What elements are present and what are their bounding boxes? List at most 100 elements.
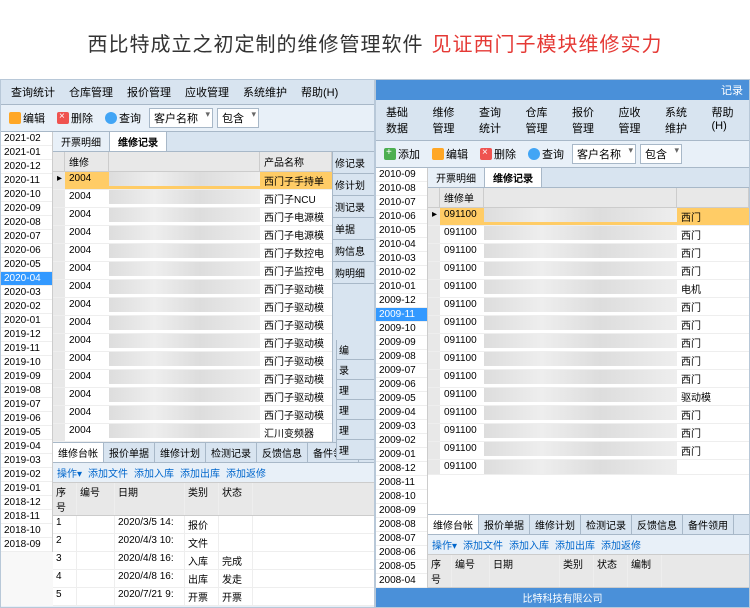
date-list-left[interactable]: 2021-022021-012020-122020-112020-102020-…	[1, 132, 53, 552]
subtab-feedback-r[interactable]: 反馈信息	[632, 515, 683, 534]
subtab-plan-r[interactable]: 维修计划	[530, 515, 581, 534]
delete-button[interactable]: 删除	[53, 109, 97, 127]
date-item[interactable]: 2019-07	[1, 398, 52, 412]
menu-repair[interactable]: 维修管理	[427, 102, 472, 138]
edit-button[interactable]: 编辑	[5, 109, 49, 127]
field-dropdown[interactable]: 客户名称	[149, 108, 213, 128]
table-row[interactable]: 091100西门	[428, 316, 749, 334]
subtab-quote[interactable]: 报价单据	[104, 443, 155, 462]
date-item[interactable]: 2019-11	[1, 342, 52, 356]
sidetab-record[interactable]: 修记录	[333, 152, 374, 174]
date-item[interactable]: 2020-06	[1, 244, 52, 258]
table-row[interactable]: 091100西门	[428, 352, 749, 370]
date-item[interactable]: 2009-04	[376, 406, 427, 420]
table-row[interactable]: 091100西门	[428, 424, 749, 442]
op-menu[interactable]: 操作▾	[57, 465, 82, 480]
date-item[interactable]: 2009-07	[376, 364, 427, 378]
date-item[interactable]: 2010-06	[376, 210, 427, 224]
table-row[interactable]: ▸091100西门	[428, 208, 749, 226]
date-item[interactable]: 2009-10	[376, 322, 427, 336]
date-item[interactable]: 2020-03	[1, 286, 52, 300]
detail-grid-right[interactable]: 序号 编号 日期 类别 状态 编制	[428, 555, 749, 588]
sidetab-test[interactable]: 测记录	[333, 196, 374, 218]
detail-row[interactable]: 32020/4/8 16:入库完成	[53, 552, 374, 570]
date-item[interactable]: 2020-07	[1, 230, 52, 244]
table-row[interactable]: 091100西门	[428, 370, 749, 388]
date-item[interactable]: 2019-02	[1, 468, 52, 482]
detail-row[interactable]: 12020/3/5 14:报价	[53, 516, 374, 534]
date-item[interactable]: 2020-11	[1, 174, 52, 188]
date-item[interactable]: 2019-10	[1, 356, 52, 370]
date-item[interactable]: 2021-02	[1, 132, 52, 146]
date-item[interactable]: 2019-12	[1, 328, 52, 342]
search-button-r[interactable]: 查询	[524, 145, 568, 163]
add-out[interactable]: 添加出库	[180, 465, 220, 480]
subtab-parts-r[interactable]: 备件领用	[683, 515, 734, 534]
date-item[interactable]: 2009-03	[376, 420, 427, 434]
table-row[interactable]: ▸2004西门子手持单	[53, 172, 332, 190]
table-row[interactable]: 2004西门子驱动模	[53, 280, 332, 298]
tab-repair-r[interactable]: 维修记录	[485, 168, 542, 187]
field-dropdown-r[interactable]: 客户名称	[572, 144, 636, 164]
date-item[interactable]: 2009-02	[376, 434, 427, 448]
ftab-edit[interactable]: 编	[337, 340, 374, 360]
date-item[interactable]: 2020-04	[1, 272, 52, 286]
date-item[interactable]: 2020-09	[1, 202, 52, 216]
add-rework-r[interactable]: 添加返修	[601, 537, 641, 552]
menu-system[interactable]: 系统维护	[237, 82, 293, 102]
date-item[interactable]: 2019-06	[1, 412, 52, 426]
date-item[interactable]: 2008-12	[376, 462, 427, 476]
op-dropdown-r[interactable]: 包含	[640, 144, 682, 164]
subtab-ledger-r[interactable]: 维修台帐	[428, 515, 479, 534]
date-item[interactable]: 2010-02	[376, 266, 427, 280]
subtab-ledger[interactable]: 维修台帐	[53, 443, 104, 462]
date-item[interactable]: 2009-11	[376, 308, 427, 322]
ftab-mgr2[interactable]: 理	[337, 400, 374, 420]
table-row[interactable]: 091100西门	[428, 298, 749, 316]
date-item[interactable]: 2019-03	[1, 454, 52, 468]
table-row[interactable]: 2004西门子驱动模	[53, 406, 332, 424]
subtab-quote-r[interactable]: 报价单据	[479, 515, 530, 534]
date-item[interactable]: 2010-07	[376, 196, 427, 210]
date-item[interactable]: 2009-05	[376, 392, 427, 406]
tab-invoice[interactable]: 开票明细	[53, 132, 110, 151]
menu-base[interactable]: 基础数据	[380, 102, 425, 138]
date-item[interactable]: 2008-09	[376, 504, 427, 518]
edit-button-r[interactable]: 编辑	[428, 145, 472, 163]
detail-row[interactable]: 42020/4/8 16:出库发走	[53, 570, 374, 588]
date-item[interactable]: 2019-05	[1, 426, 52, 440]
search-button[interactable]: 查询	[101, 109, 145, 127]
date-item[interactable]: 2010-09	[376, 168, 427, 182]
date-item[interactable]: 2008-10	[376, 490, 427, 504]
date-item[interactable]: 2008-07	[376, 532, 427, 546]
menu-sys-r[interactable]: 系统维护	[659, 102, 704, 138]
detail-row[interactable]: 52020/7/21 9:开票开票	[53, 588, 374, 606]
delete-button-r[interactable]: 删除	[476, 145, 520, 163]
menu-quote[interactable]: 报价管理	[121, 82, 177, 102]
table-row[interactable]: 2004西门子驱动模	[53, 334, 332, 352]
date-item[interactable]: 2018-11	[1, 510, 52, 524]
date-item[interactable]: 2020-08	[1, 216, 52, 230]
table-row[interactable]: 2004西门子驱动模	[53, 316, 332, 334]
menu-receivable[interactable]: 应收管理	[179, 82, 235, 102]
subtab-plan[interactable]: 维修计划	[155, 443, 206, 462]
date-item[interactable]: 2008-11	[376, 476, 427, 490]
tab-repair[interactable]: 维修记录	[110, 132, 167, 151]
date-item[interactable]: 2009-09	[376, 336, 427, 350]
sidetab-doc[interactable]: 单据	[333, 218, 374, 240]
subtab-feedback[interactable]: 反馈信息	[257, 443, 308, 462]
date-item[interactable]: 2010-03	[376, 252, 427, 266]
date-item[interactable]: 2009-01	[376, 448, 427, 462]
date-item[interactable]: 2018-12	[1, 496, 52, 510]
date-item[interactable]: 2020-01	[1, 314, 52, 328]
date-item[interactable]: 2008-06	[376, 546, 427, 560]
date-item[interactable]: 2010-04	[376, 238, 427, 252]
table-row[interactable]: 2004西门子监控电	[53, 262, 332, 280]
menu-recv-r[interactable]: 应收管理	[613, 102, 658, 138]
table-row[interactable]: 2004西门子驱动模	[53, 352, 332, 370]
date-item[interactable]: 2018-09	[1, 538, 52, 552]
table-row[interactable]: 091100西门	[428, 442, 749, 460]
ftab-mgr3[interactable]: 理	[337, 420, 374, 440]
date-item[interactable]: 2019-08	[1, 384, 52, 398]
subtab-test-r[interactable]: 检测记录	[581, 515, 632, 534]
